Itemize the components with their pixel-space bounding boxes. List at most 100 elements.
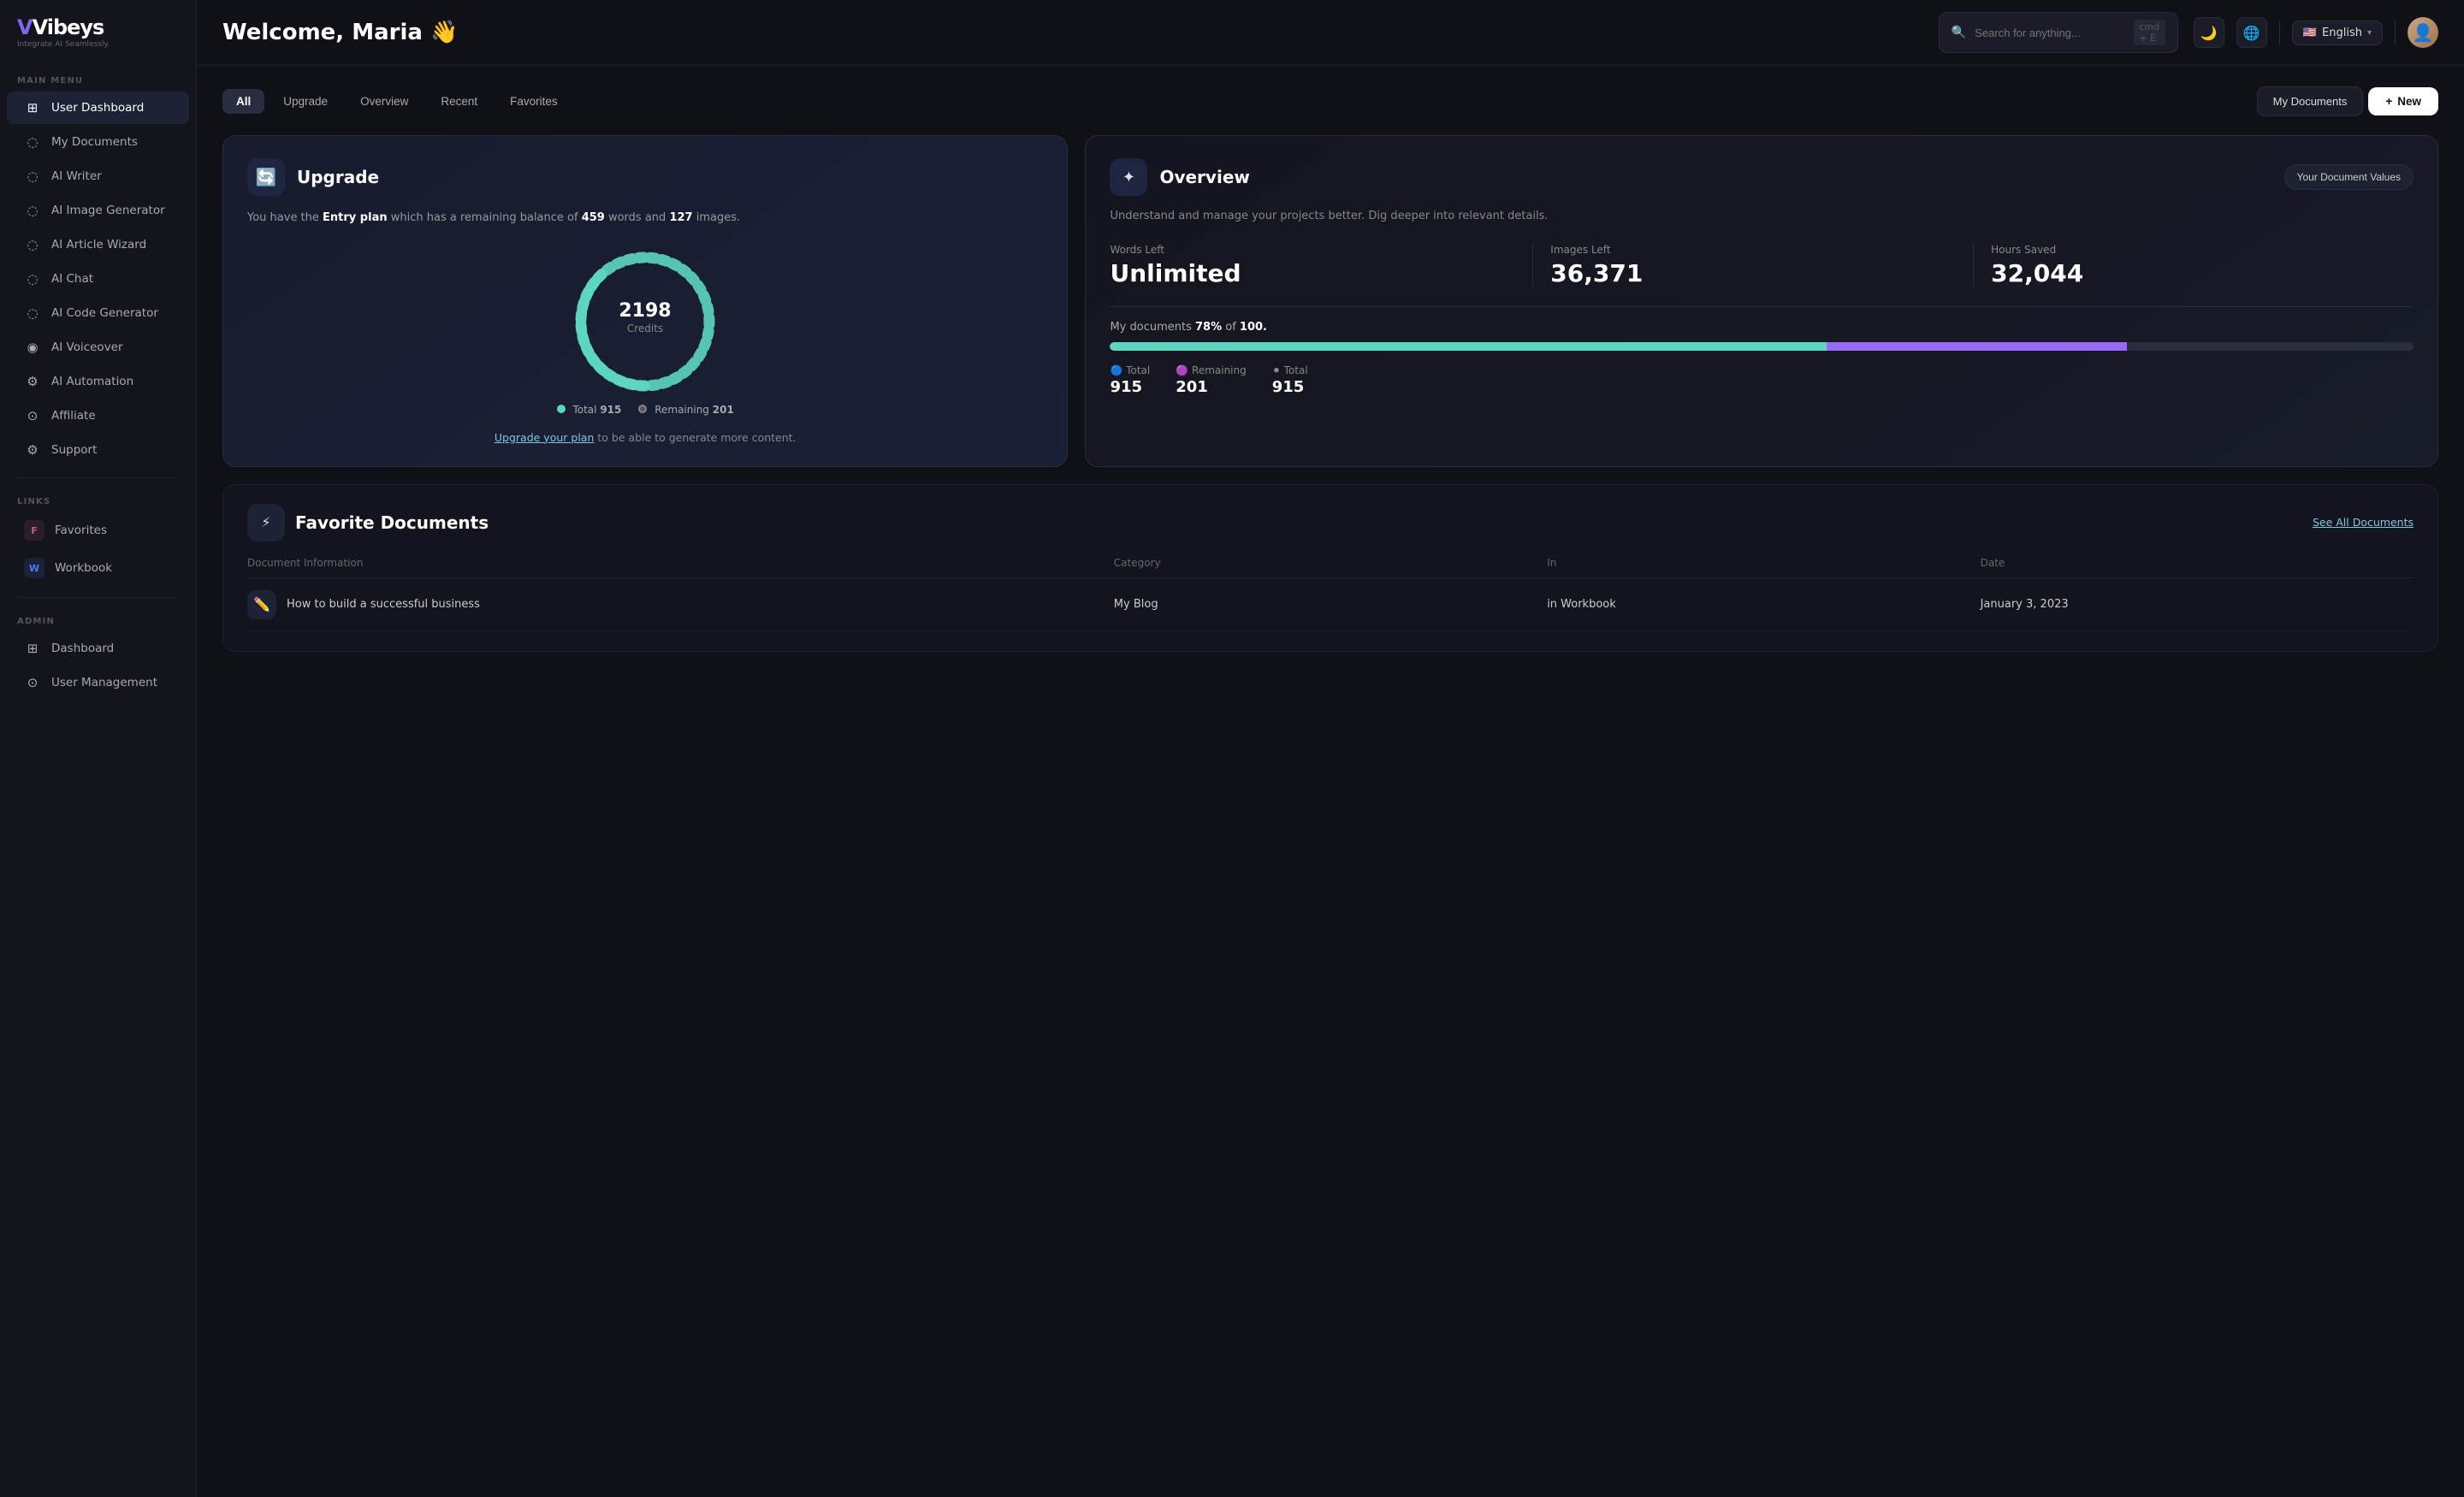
- tab-overview[interactable]: Overview: [346, 89, 422, 114]
- prog-dot-teal: 🔵: [1110, 364, 1126, 376]
- progress-bar-teal: [1110, 342, 1827, 351]
- legend-total-value: 915: [600, 404, 621, 416]
- search-input[interactable]: [1975, 27, 2125, 39]
- sidebar-item-label: AI Writer: [51, 169, 102, 183]
- sidebar-item-ai-writer[interactable]: ◌ AI Writer: [7, 160, 189, 192]
- tab-recent[interactable]: Recent: [427, 89, 491, 114]
- progress-bar-purple: [1827, 342, 2126, 351]
- col-document-info: Document Information: [247, 557, 1114, 569]
- legend-remaining-label: Remaining: [654, 404, 713, 416]
- col-category: Category: [1114, 557, 1547, 569]
- dark-mode-toggle[interactable]: 🌙: [2194, 17, 2224, 48]
- legend-remaining-value: 201: [713, 404, 734, 416]
- sidebar-item-ai-automation[interactable]: ⚙ AI Automation: [7, 365, 189, 398]
- total-dot: [557, 405, 566, 413]
- new-label: New: [2397, 95, 2421, 108]
- affiliate-icon: ⊙: [24, 407, 41, 424]
- doc-location: in Workbook: [1547, 598, 1980, 611]
- prog-remaining-label: Remaining: [1192, 364, 1247, 376]
- ai-writer-icon: ◌: [24, 168, 41, 185]
- legend-total: Total 915: [557, 404, 622, 416]
- search-bar[interactable]: 🔍 cmd + E: [1939, 12, 2178, 53]
- prog-dot-gray: ⚫: [1272, 364, 1284, 376]
- sidebar-item-favorites[interactable]: F Favorites: [7, 512, 189, 548]
- stat-images-left: Images Left 36,371: [1550, 244, 1974, 287]
- stat-images-label: Images Left: [1550, 244, 1956, 256]
- sidebar-item-label: AI Chat: [51, 272, 93, 286]
- sidebar: VVibeys Integrate AI Seamlessly. MAIN ME…: [0, 0, 197, 1497]
- plus-icon: +: [2385, 95, 2392, 108]
- your-doc-values-button[interactable]: Your Document Values: [2284, 164, 2414, 190]
- overview-card-title-row: ✦ Overview: [1110, 158, 1249, 196]
- language-selector[interactable]: 🇺🇸 English ▾: [2292, 21, 2383, 45]
- svg-text:Credits: Credits: [627, 322, 663, 334]
- sidebar-divider-1: [17, 477, 179, 478]
- sidebar-item-ai-code-generator[interactable]: ◌ AI Code Generator: [7, 297, 189, 329]
- sidebar-item-ai-image-generator[interactable]: ◌ AI Image Generator: [7, 194, 189, 227]
- avatar-image: 👤: [2413, 22, 2434, 43]
- overview-divider: [1110, 306, 2414, 307]
- sidebar-item-user-management[interactable]: ⊙ User Management: [7, 666, 189, 699]
- tab-all[interactable]: All: [222, 89, 264, 114]
- sidebar-item-ai-voiceover[interactable]: ◉ AI Voiceover: [7, 331, 189, 364]
- prog-total-value: 915: [1110, 378, 1150, 396]
- sidebar-item-my-documents[interactable]: ◌ My Documents: [7, 126, 189, 158]
- credits-svg: // We'll do this in inline SVG with actu…: [568, 245, 722, 399]
- app-name: VVibeys: [17, 15, 110, 39]
- new-button[interactable]: + New: [2368, 87, 2438, 115]
- ai-voiceover-icon: ◉: [24, 339, 41, 356]
- sidebar-item-label: AI Code Generator: [51, 306, 158, 320]
- my-documents-button[interactable]: My Documents: [2257, 86, 2364, 116]
- ai-code-icon: ◌: [24, 305, 41, 322]
- doc-icon: ✏️: [247, 590, 276, 619]
- docs-progress-label: My documents 78% of 100.: [1110, 321, 2414, 334]
- overview-header: ✦ Overview Your Document Values: [1110, 158, 2414, 196]
- admin-dashboard-icon: ⊞: [24, 640, 41, 657]
- sidebar-item-user-dashboard[interactable]: ⊞ User Dashboard: [7, 92, 189, 124]
- overview-card: ✦ Overview Your Document Values Understa…: [1085, 135, 2438, 467]
- language-label: English: [2322, 27, 2362, 39]
- flag-icon: 🇺🇸: [2303, 27, 2317, 39]
- globe-icon-btn[interactable]: 🌐: [2236, 17, 2267, 48]
- stat-words-value: Unlimited: [1110, 259, 1515, 287]
- sidebar-item-ai-chat[interactable]: ◌ AI Chat: [7, 263, 189, 295]
- upgrade-description: You have the Entry plan which has a rema…: [247, 210, 1043, 228]
- header-divider: [2279, 21, 2280, 44]
- sidebar-item-workbook[interactable]: W Workbook: [7, 550, 189, 586]
- sidebar-item-label: User Management: [51, 676, 157, 689]
- tab-upgrade[interactable]: Upgrade: [270, 89, 341, 114]
- sidebar-item-label: AI Article Wizard: [51, 238, 146, 251]
- favorites-badge: F: [24, 520, 44, 541]
- sidebar-item-label: AI Image Generator: [51, 204, 165, 217]
- stats-row: Words Left Unlimited Images Left 36,371 …: [1110, 244, 2414, 287]
- overview-description: Understand and manage your projects bett…: [1110, 208, 2414, 225]
- user-avatar[interactable]: 👤: [2408, 17, 2438, 48]
- upgrade-card: 🔄 Upgrade You have the Entry plan which …: [222, 135, 1068, 467]
- sidebar-item-admin-dashboard[interactable]: ⊞ Dashboard: [7, 632, 189, 665]
- sidebar-item-ai-article-wizard[interactable]: ◌ AI Article Wizard: [7, 228, 189, 261]
- tab-favorites[interactable]: Favorites: [496, 89, 572, 114]
- sidebar-item-label: Workbook: [55, 561, 112, 575]
- prog-dot-purple: 🟣: [1176, 364, 1192, 376]
- col-in: In: [1547, 557, 1980, 569]
- prog-legend-total-2: ⚫ Total 915: [1272, 364, 1308, 396]
- ai-image-icon: ◌: [24, 202, 41, 219]
- header-divider-2: [2395, 21, 2396, 44]
- prog-total-2-value: 915: [1272, 378, 1308, 396]
- prog-legend-total: 🔵 Total 915: [1110, 364, 1150, 396]
- see-all-link[interactable]: See All Documents: [2313, 516, 2414, 529]
- sidebar-item-affiliate[interactable]: ⊙ Affiliate: [7, 399, 189, 432]
- stat-hours-saved: Hours Saved 32,044: [1991, 244, 2414, 287]
- progress-legend: 🔵 Total 915 🟣 Remaining 201 ⚫ Total 915: [1110, 364, 2414, 396]
- prog-legend-remaining: 🟣 Remaining 201: [1176, 364, 1247, 396]
- header-actions: 🌙 🌐 🇺🇸 English ▾ 👤: [2194, 17, 2438, 48]
- stat-hours-label: Hours Saved: [1991, 244, 2396, 256]
- upgrade-link[interactable]: Upgrade your plan: [495, 431, 595, 444]
- app-tagline: Integrate AI Seamlessly.: [17, 40, 110, 49]
- sidebar-item-label: Favorites: [55, 524, 107, 537]
- sidebar-item-support[interactable]: ⚙ Support: [7, 434, 189, 466]
- main-menu-label: MAIN MENU: [0, 68, 196, 91]
- ai-article-icon: ◌: [24, 236, 41, 253]
- favorite-docs-card: ⚡ Favorite Documents See All Documents D…: [222, 484, 2438, 652]
- upgrade-link-suffix: to be able to generate more content.: [597, 431, 796, 444]
